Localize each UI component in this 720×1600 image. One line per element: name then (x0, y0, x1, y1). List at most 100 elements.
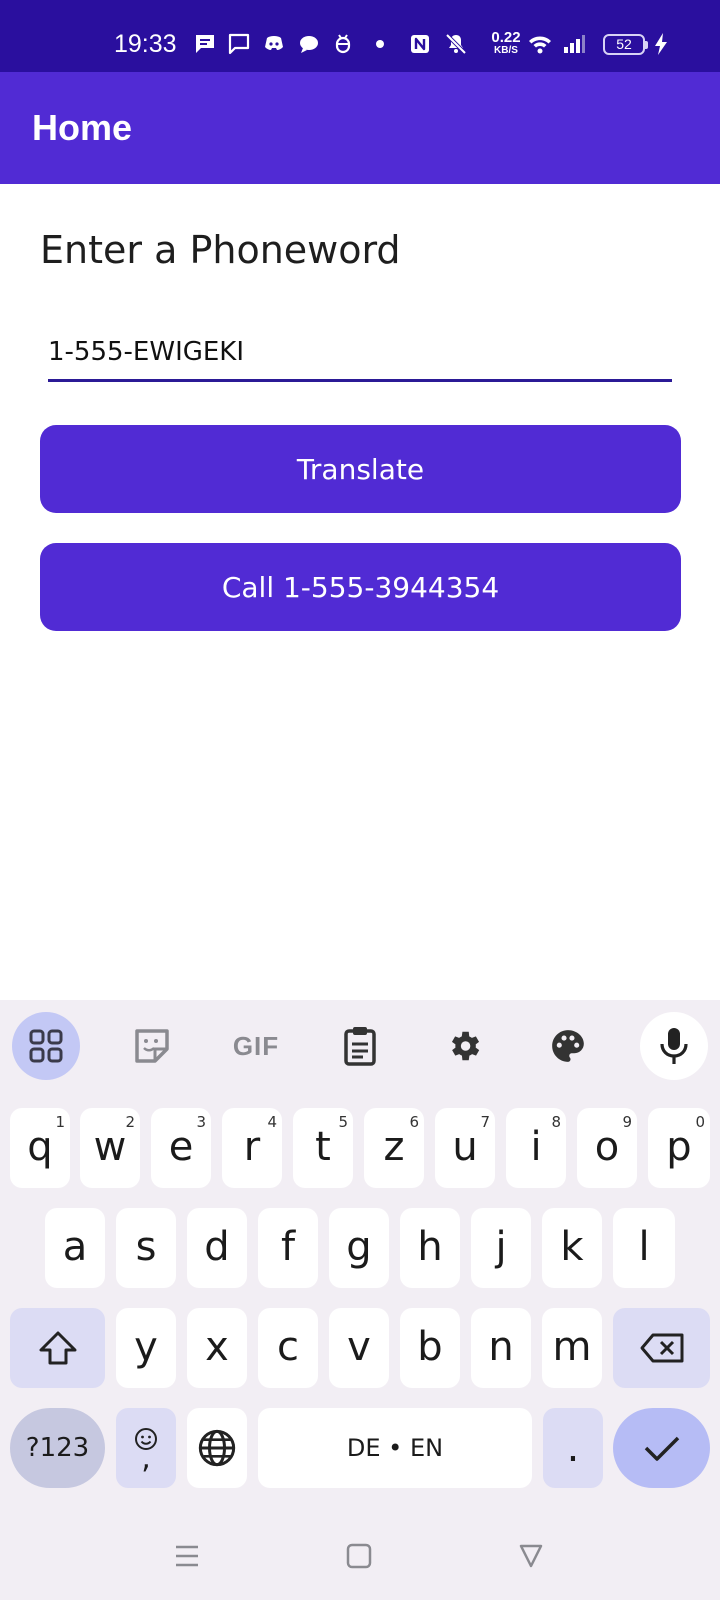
nfc-icon (408, 32, 432, 56)
translate-button[interactable]: Translate (40, 425, 681, 513)
key-label: a (62, 1224, 88, 1270)
network-speed: 0.22 KB/S (489, 30, 523, 56)
key-b[interactable]: b (400, 1308, 460, 1388)
wifi-icon (525, 32, 555, 56)
dot-icon (368, 32, 392, 56)
comma-label: , (141, 1441, 151, 1476)
key-y[interactable]: y (116, 1308, 176, 1388)
settings-icon[interactable] (430, 1012, 498, 1080)
shift-icon (39, 1331, 76, 1365)
key-hint: 1 (55, 1113, 65, 1131)
call-button[interactable]: Call 1-555-3944354 (40, 543, 681, 631)
key-n[interactable]: n (471, 1308, 531, 1388)
key-label: v (347, 1324, 371, 1370)
back-icon[interactable] (518, 1542, 544, 1574)
key-label: x (205, 1324, 229, 1370)
key-j[interactable]: j (471, 1208, 531, 1288)
period-key[interactable]: . (543, 1408, 603, 1488)
key-label: w (93, 1124, 127, 1170)
key-e[interactable]: e3 (151, 1108, 211, 1188)
shift-key[interactable] (10, 1308, 105, 1388)
backspace-key[interactable] (613, 1308, 710, 1388)
key-label: m (552, 1324, 592, 1370)
signal-icon (561, 32, 587, 56)
key-f[interactable]: f (258, 1208, 318, 1288)
key-hint: 0 (695, 1113, 705, 1131)
apps-grid-icon[interactable] (12, 1012, 80, 1080)
key-v[interactable]: v (329, 1308, 389, 1388)
space-key[interactable]: DE • EN (258, 1408, 532, 1488)
charging-icon (652, 32, 670, 56)
key-hint: 2 (125, 1113, 135, 1131)
app-bar: Home (0, 72, 720, 184)
chat-bubble-icon (297, 32, 321, 56)
key-label: r (243, 1124, 261, 1170)
symbols-key[interactable]: ?123 (10, 1408, 105, 1488)
key-label: t (315, 1124, 331, 1170)
key-i[interactable]: i8 (506, 1108, 566, 1188)
key-h[interactable]: h (400, 1208, 460, 1288)
key-label: k (560, 1224, 584, 1270)
chat-icon (227, 32, 251, 56)
key-z[interactable]: z6 (364, 1108, 424, 1188)
key-label: p (666, 1124, 692, 1170)
key-p[interactable]: p0 (648, 1108, 710, 1188)
key-u[interactable]: u7 (435, 1108, 495, 1188)
key-hint: 3 (196, 1113, 206, 1131)
key-x[interactable]: x (187, 1308, 247, 1388)
key-w[interactable]: w2 (80, 1108, 140, 1188)
microphone-icon[interactable] (640, 1012, 708, 1080)
key-label: c (277, 1324, 299, 1370)
key-label: n (488, 1324, 514, 1370)
key-q[interactable]: q1 (10, 1108, 70, 1188)
key-r[interactable]: r4 (222, 1108, 282, 1188)
key-s[interactable]: s (116, 1208, 176, 1288)
status-time: 19:33 (114, 30, 177, 58)
key-label: f (280, 1224, 296, 1270)
gif-label: GIF (232, 1030, 280, 1061)
message-icon (193, 32, 217, 56)
language-key[interactable] (187, 1408, 247, 1488)
soft-keyboard (0, 1000, 720, 1600)
battery-icon: 52 (603, 34, 648, 55)
key-d[interactable]: d (187, 1208, 247, 1288)
checkmark-icon (644, 1436, 679, 1461)
enter-key[interactable] (613, 1408, 710, 1488)
backspace-icon (640, 1333, 683, 1363)
page-title: Home (32, 107, 133, 148)
home-icon[interactable] (346, 1542, 372, 1574)
bug-icon (331, 32, 355, 56)
emoji-key[interactable]: , (116, 1408, 176, 1488)
phoneword-field[interactable] (48, 328, 672, 382)
phoneword-prompt: Enter a Phoneword (40, 228, 401, 272)
sticker-icon[interactable] (118, 1012, 186, 1080)
key-m[interactable]: m (542, 1308, 602, 1388)
phoneword-input[interactable] (48, 328, 672, 376)
key-a[interactable]: a (45, 1208, 105, 1288)
network-speed-unit: KB/S (494, 45, 518, 56)
network-speed-value: 0.22 (491, 29, 521, 46)
clipboard-icon[interactable] (326, 1012, 394, 1080)
key-hint: 6 (409, 1113, 419, 1131)
key-hint: 7 (480, 1113, 490, 1131)
key-c[interactable]: c (258, 1308, 318, 1388)
key-label: e (168, 1124, 194, 1170)
key-label: y (134, 1324, 158, 1370)
key-label: b (417, 1324, 443, 1370)
menu-icon[interactable] (174, 1542, 200, 1574)
key-t[interactable]: t5 (293, 1108, 353, 1188)
key-o[interactable]: o9 (577, 1108, 637, 1188)
palette-icon[interactable] (534, 1012, 602, 1080)
key-label: g (346, 1224, 372, 1270)
key-hint: 5 (338, 1113, 348, 1131)
key-label: l (638, 1224, 650, 1270)
key-g[interactable]: g (329, 1208, 389, 1288)
key-label: h (417, 1224, 443, 1270)
key-label: o (594, 1124, 620, 1170)
key-k[interactable]: k (542, 1208, 602, 1288)
status-bar: 19:33 0.22 KB/S 52 (0, 0, 720, 72)
key-label: i (530, 1124, 542, 1170)
key-label: q (27, 1124, 53, 1170)
gif-icon[interactable]: GIF (222, 1012, 290, 1080)
key-l[interactable]: l (613, 1208, 675, 1288)
